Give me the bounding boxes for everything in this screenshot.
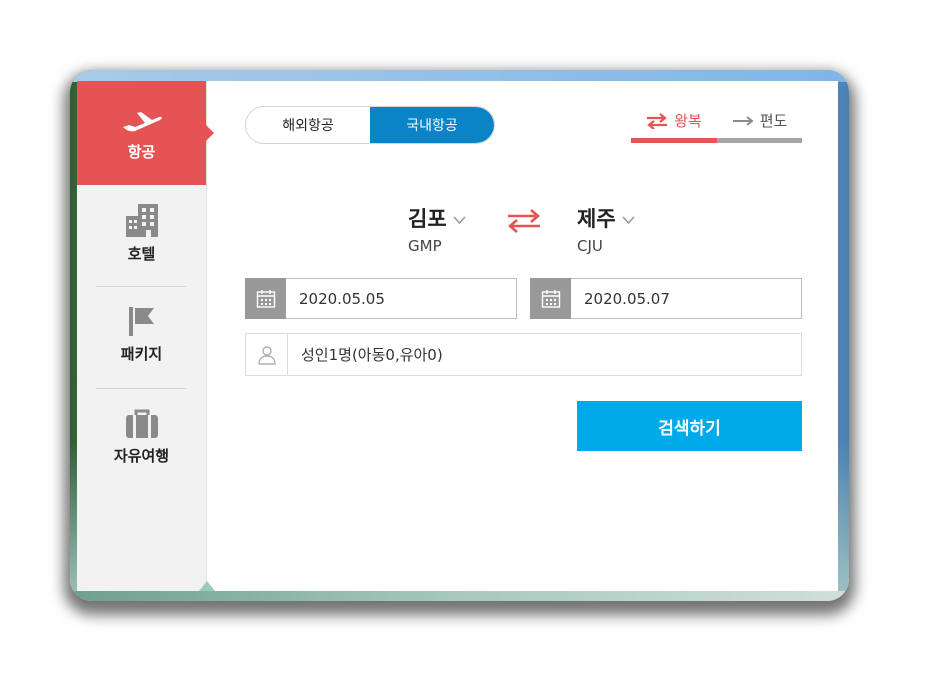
tab-domestic[interactable]: 국내항공 [370, 107, 494, 143]
sidebar-item-label: 호텔 [127, 245, 156, 263]
person-icon-box [246, 334, 288, 375]
arrival-code: CJU [577, 237, 603, 255]
booking-panel: 항공 호텔 패키지 자유여행 해외항공 국내항공 왕복 편도 김포 GMP 제주… [77, 81, 838, 591]
sidebar-item-hotel[interactable]: 호텔 [77, 185, 206, 287]
round-trip-label: 왕복 [674, 112, 702, 130]
person-icon [257, 345, 276, 365]
background-photo-frame: 항공 호텔 패키지 자유여행 해외항공 국내항공 왕복 편도 김포 GMP 제주… [70, 70, 849, 601]
calendar-icon [541, 289, 560, 308]
passenger-count-value: 성인1명(아동0,유아0) [301, 346, 443, 364]
search-button[interactable]: 검색하기 [577, 401, 802, 451]
sidebar-item-label: 패키지 [120, 345, 163, 363]
suitcase-icon [125, 409, 158, 438]
one-way-option[interactable]: 편도 [717, 109, 802, 143]
airplane-icon [122, 112, 162, 132]
flag-icon [128, 307, 154, 336]
category-sidebar: 항공 호텔 패키지 자유여행 [77, 81, 214, 591]
arrival-city-row: 제주 [577, 203, 635, 233]
sidebar-item-free-travel[interactable]: 자유여행 [77, 389, 206, 493]
round-trip-arrows-icon [647, 113, 668, 129]
arrival-airport-selector[interactable]: 제주 CJU [577, 203, 635, 255]
one-way-arrow-icon [732, 116, 754, 126]
trip-type-selector: 왕복 편도 [631, 109, 802, 143]
departure-date-field[interactable]: 2020.05.05 [245, 278, 517, 319]
calendar-icon-box [245, 278, 286, 319]
flight-region-tabs: 해외항공 국내항공 [245, 106, 495, 144]
swap-route-icon[interactable] [507, 209, 541, 233]
tab-international[interactable]: 해외항공 [246, 107, 370, 143]
departure-city: 김포 [408, 207, 447, 231]
passenger-selector[interactable]: 성인1명(아동0,유아0) [245, 333, 802, 376]
one-way-label: 편도 [759, 112, 788, 130]
building-icon [125, 204, 158, 237]
calendar-icon-box [530, 278, 571, 319]
calendar-icon [256, 289, 275, 308]
departure-code: GMP [408, 237, 442, 255]
sidebar-corner-notch [199, 581, 215, 591]
return-date-field[interactable]: 2020.05.07 [530, 278, 802, 319]
return-date-value: 2020.05.07 [584, 289, 670, 308]
arrival-city: 제주 [577, 207, 616, 231]
sidebar-item-label: 항공 [127, 143, 156, 161]
sidebar-item-package[interactable]: 패키지 [77, 287, 206, 389]
round-trip-option[interactable]: 왕복 [631, 109, 717, 143]
departure-date-value: 2020.05.05 [299, 289, 385, 308]
departure-airport-selector[interactable]: 김포 GMP [408, 203, 466, 255]
sidebar-item-label: 자유여행 [113, 447, 170, 465]
chevron-down-icon [453, 215, 466, 224]
departure-city-row: 김포 [408, 203, 466, 233]
sidebar-item-air[interactable]: 항공 [77, 81, 214, 185]
chevron-down-icon [622, 215, 635, 224]
frame-sand [70, 591, 849, 601]
